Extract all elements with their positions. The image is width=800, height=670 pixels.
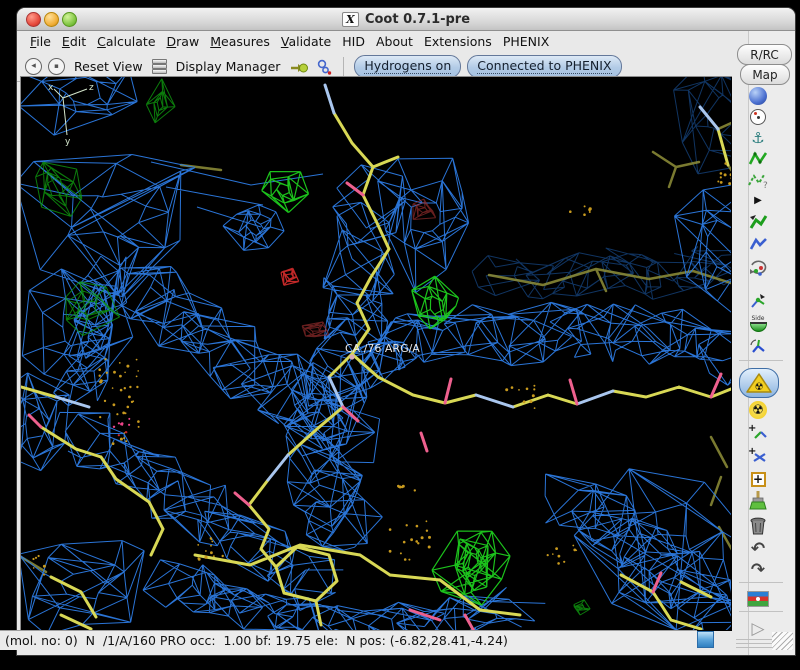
menu-validate[interactable]: Validate — [276, 33, 337, 50]
panel-grip-line-3 — [736, 647, 772, 648]
menu-extensions[interactable]: Extensions — [419, 33, 498, 50]
toolbar-separator — [343, 56, 345, 77]
dome-glyph — [749, 322, 767, 332]
recenter-glyph — [750, 109, 766, 125]
radiation-glyph: ☢ — [749, 401, 767, 419]
menu-phenix[interactable]: PHENIX — [498, 33, 555, 50]
window-resize-grip[interactable] — [772, 632, 793, 650]
sphere-refine-icon[interactable] — [747, 85, 769, 107]
menu-hid[interactable]: HID — [337, 33, 371, 50]
status-bar: (mol. no: 0) N /1/A/160 PRO occ: 1.00 bf… — [0, 630, 697, 650]
flip-peptide-icon[interactable] — [747, 291, 769, 313]
add-alt-conf-icon[interactable]: + — [747, 445, 769, 467]
menu-about[interactable]: About — [371, 33, 419, 50]
menu-measures[interactable]: Measures — [205, 33, 276, 50]
svg-text:+: + — [748, 423, 756, 434]
titlebar[interactable]: X Coot 0.7.1-pre — [17, 8, 795, 31]
molecule-picker-icon[interactable] — [315, 58, 333, 76]
panel-separator-2 — [739, 582, 783, 583]
gl-canvas[interactable]: x z y CA /76 ARG/A — [0, 46, 783, 650]
run-refmac-flag-icon[interactable] — [747, 588, 769, 610]
clear-pending-picks-icon[interactable] — [747, 489, 769, 511]
picked-atom-marker — [349, 354, 355, 360]
menu-file[interactable]: File — [25, 33, 57, 50]
menu-draw[interactable]: Draw — [162, 33, 206, 50]
jed-flip-icon[interactable] — [747, 336, 769, 358]
redo-icon[interactable]: ↷ — [747, 559, 769, 581]
panel-separator-1 — [739, 360, 783, 361]
menu-calculate[interactable]: Calculate — [92, 33, 161, 50]
svg-text:☢: ☢ — [755, 382, 764, 393]
window-title: Coot 0.7.1-pre — [364, 11, 471, 27]
zoom-button[interactable] — [62, 12, 77, 27]
flag-glyph — [747, 591, 769, 607]
gl-canvas-frame: x z y CA /76 ARG/A — [0, 46, 783, 650]
axes-gizmo: x z y — [48, 83, 94, 147]
status-resize-swatch[interactable] — [697, 631, 714, 648]
menu-edit[interactable]: Edit — [57, 33, 92, 50]
mutate-autofit-button-active[interactable]: ☢ — [739, 368, 779, 398]
display-manager-icon[interactable] — [151, 59, 167, 74]
minimize-button[interactable] — [44, 12, 59, 27]
hydrogens-toggle-button[interactable]: Hydrogens on — [354, 55, 462, 78]
place-atom-at-pointer-icon[interactable]: + — [747, 468, 769, 490]
panel-separator-3 — [739, 611, 783, 612]
recenter-icon[interactable] — [747, 106, 769, 128]
status-text: (mol. no: 0) N /1/A/160 PRO occ: 1.00 bf… — [5, 633, 508, 648]
map-button[interactable]: Map — [740, 64, 790, 85]
back-view-icon[interactable]: ◂ — [25, 58, 42, 75]
density-mesh-dim — [471, 60, 783, 300]
rotate-translate-icon[interactable] — [747, 257, 769, 279]
edit-chi-angles-icon[interactable] — [747, 233, 769, 255]
regularize-zone-icon[interactable]: ? — [747, 169, 769, 191]
stop-glyph: ▪ — [54, 62, 59, 70]
menubar: File Edit Calculate Draw Measures Valida… — [17, 31, 795, 51]
add-terminal-residue-icon[interactable]: + — [747, 422, 769, 444]
go-to-atom-icon[interactable] — [289, 60, 309, 74]
undo-icon[interactable]: ↶ — [747, 538, 769, 560]
x11-icon: X — [341, 11, 359, 27]
reset-view-button[interactable]: Reset View — [71, 59, 146, 74]
display-manager-button[interactable]: Display Manager — [173, 59, 284, 74]
axis-z-label: z — [89, 83, 94, 93]
back-glyph: ◂ — [31, 61, 36, 71]
atom-label: CA /76 ARG/A — [345, 342, 420, 355]
phenix-connection-button[interactable]: Connected to PHENIX — [467, 55, 622, 78]
fixed-triangle-icon[interactable]: ▶ — [747, 190, 769, 212]
plus-glyph: + — [750, 471, 766, 487]
panel-grip-line-1 — [736, 639, 772, 640]
sphere-glyph — [749, 87, 767, 105]
delete-item-icon[interactable] — [747, 515, 769, 537]
radiation-triangle-icon: ☢ — [746, 373, 772, 393]
sidechain-180-flip-icon[interactable]: Side — [747, 313, 769, 335]
close-button[interactable] — [26, 12, 41, 27]
axis-y-label: y — [65, 137, 71, 147]
simple-mutate-icon[interactable]: ☢ — [747, 399, 769, 421]
rrc-button[interactable]: R/RC — [737, 44, 792, 65]
run-script-button[interactable]: ▷ — [747, 618, 769, 640]
real-space-refine-icon[interactable] — [747, 148, 769, 170]
axis-x-label: x — [48, 83, 54, 93]
auto-fit-rotamer-icon[interactable] — [747, 211, 769, 233]
fixed-atoms-anchor-icon[interactable]: ⚓ — [747, 127, 769, 149]
model-sticks — [19, 83, 733, 635]
stop-icon[interactable]: ▪ — [48, 58, 65, 75]
panel-grip-line-2 — [736, 643, 772, 644]
